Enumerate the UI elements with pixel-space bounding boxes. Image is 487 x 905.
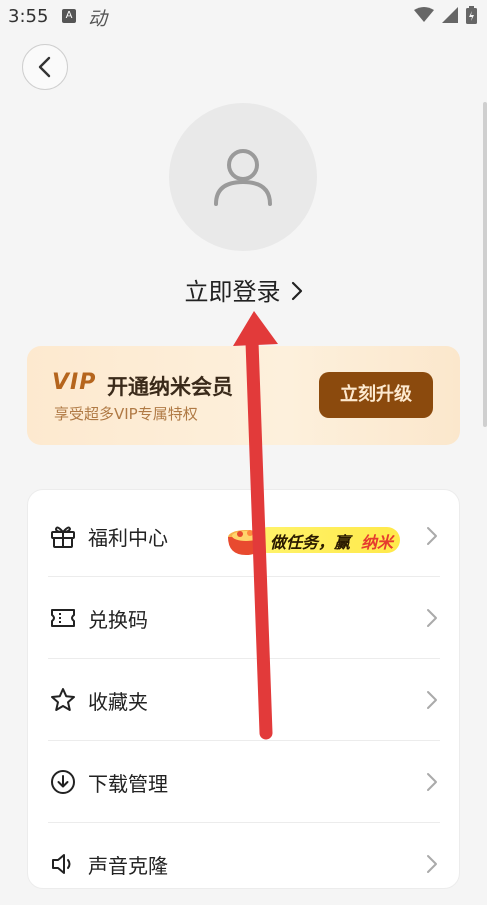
menu-item-voice-clone[interactable]: 声音克隆 xyxy=(28,823,461,905)
ticket-icon xyxy=(51,609,75,627)
menu-label-welfare: 福利中心 xyxy=(88,526,168,550)
status-bar: 3:55 A 动 xyxy=(0,0,487,34)
menu-label-downloads: 下载管理 xyxy=(88,772,168,796)
promo-text: 做任务，赢 xyxy=(270,533,351,552)
back-button[interactable] xyxy=(22,44,68,90)
upgrade-button[interactable]: 立刻升级 xyxy=(319,372,433,418)
menu-label-favorites: 收藏夹 xyxy=(88,690,148,714)
vip-subtitle: 享受超多VIP专属特权 xyxy=(54,405,198,423)
login-link[interactable]: 立即登录 xyxy=(0,272,487,307)
vip-card[interactable]: VIP 开通纳米会员 享受超多VIP专属特权 立刻升级 xyxy=(27,346,460,445)
menu-item-welfare[interactable]: 福利中心 做任务，赢 纳米 xyxy=(28,495,461,577)
avatar[interactable] xyxy=(169,103,317,251)
menu-item-favorites[interactable]: 收藏夹 xyxy=(28,659,461,741)
chevron-right-icon xyxy=(427,855,437,873)
chevron-left-icon xyxy=(38,56,51,78)
app-notification-icon: A xyxy=(62,9,76,23)
user-icon xyxy=(214,149,272,206)
chevron-right-icon xyxy=(427,527,437,545)
chevron-right-icon xyxy=(427,773,437,791)
menu-item-redeem-code[interactable]: 兑换码 xyxy=(28,577,461,659)
app-notification-text: 动 xyxy=(88,8,108,30)
status-icons xyxy=(414,6,477,24)
vip-badge: VIP xyxy=(52,370,97,395)
pot-icon xyxy=(228,530,264,555)
sound-icon xyxy=(52,854,71,874)
signal-icon xyxy=(442,7,458,23)
menu-label-redeem: 兑换码 xyxy=(88,608,148,632)
download-icon xyxy=(51,770,75,794)
status-time: 3:55 xyxy=(8,6,49,27)
login-label: 立即登录 xyxy=(184,278,281,306)
menu-card: 福利中心 做任务，赢 纳米 兑换码 收藏夹 下载管理 声音克隆 xyxy=(27,489,460,889)
wifi-icon xyxy=(414,7,434,22)
chevron-right-icon xyxy=(427,691,437,709)
gift-icon xyxy=(51,526,75,548)
promo-highlight: 纳米 xyxy=(361,533,394,552)
scrollbar[interactable] xyxy=(483,102,487,427)
menu-item-downloads[interactable]: 下载管理 xyxy=(28,741,461,823)
promo-banner[interactable]: 做任务，赢 纳米 xyxy=(224,523,404,557)
battery-icon xyxy=(466,6,477,24)
chevron-right-icon xyxy=(291,281,302,301)
vip-title: 开通纳米会员 xyxy=(107,375,233,399)
chevron-right-icon xyxy=(427,609,437,627)
star-icon xyxy=(51,688,75,711)
